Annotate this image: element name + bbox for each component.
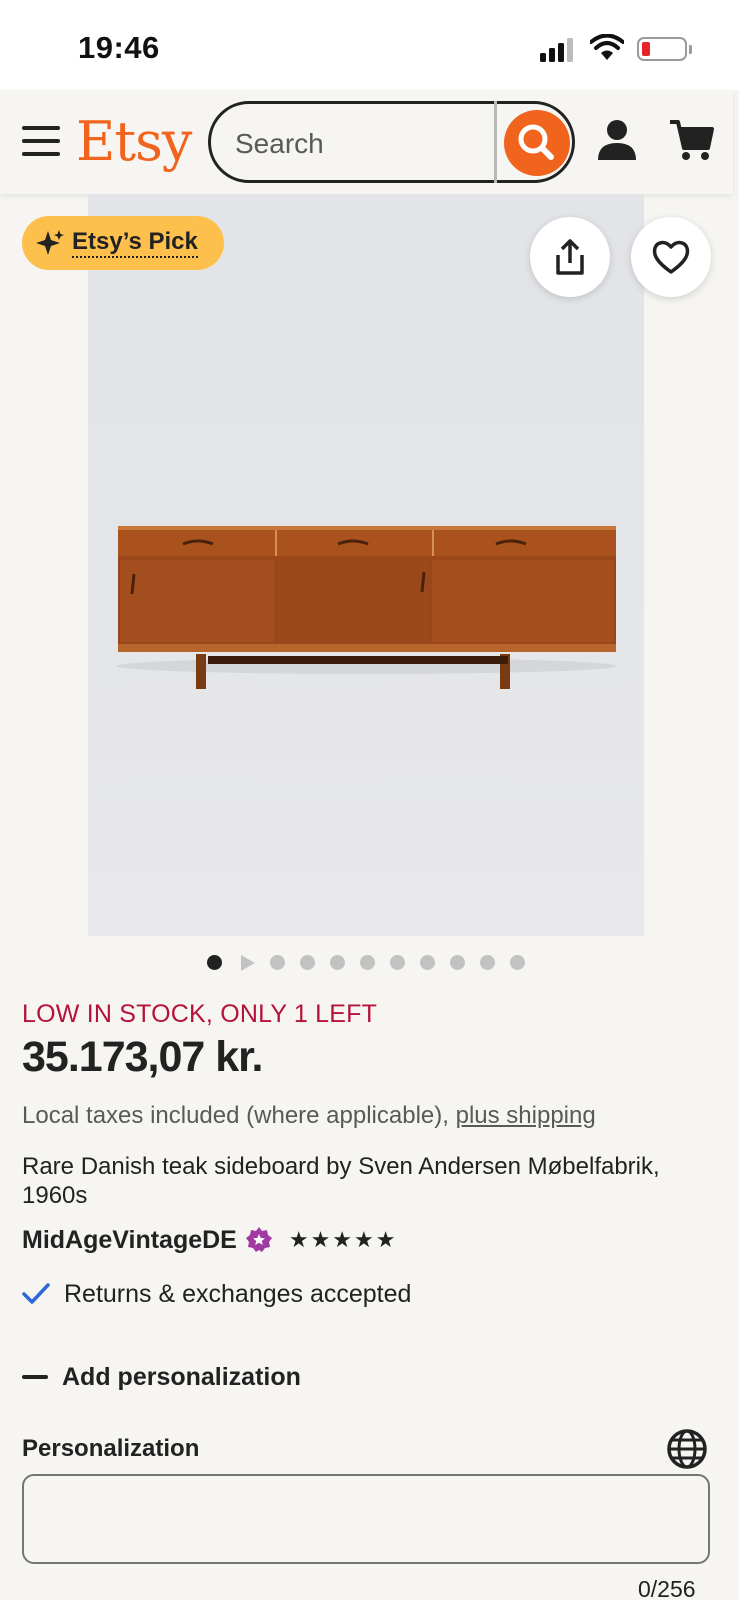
returns-text: Returns & exchanges accepted <box>64 1279 412 1308</box>
etsy-logo[interactable]: Etsy <box>76 110 192 173</box>
taxes-note: Local taxes included (where applicable),… <box>22 1102 596 1130</box>
favorite-button[interactable] <box>631 217 711 297</box>
wifi-icon <box>590 34 624 60</box>
carousel-dot-active[interactable] <box>207 955 222 970</box>
share-icon <box>556 239 584 275</box>
plus-shipping-link[interactable]: plus shipping <box>456 1102 596 1129</box>
status-time: 19:46 <box>78 30 160 65</box>
shop-row: MidAgeVintageDE ★★★★★ <box>22 1224 397 1256</box>
product-title: Rare Danish teak sideboard by Sven Ander… <box>22 1153 660 1209</box>
carousel-dot[interactable] <box>420 955 435 970</box>
search-input[interactable] <box>235 128 475 160</box>
cellular-signal-icon <box>540 36 578 62</box>
search-divider <box>494 101 497 183</box>
search-icon <box>518 124 554 160</box>
checkmark-icon <box>22 1283 50 1304</box>
search-button[interactable] <box>504 110 570 176</box>
cart-icon[interactable] <box>668 118 714 162</box>
video-play-icon[interactable] <box>240 954 256 972</box>
carousel-dot[interactable] <box>330 955 345 970</box>
character-counter: 0/256 <box>638 1576 696 1600</box>
carousel-dot[interactable] <box>270 955 285 970</box>
sideboard-photo <box>116 526 616 689</box>
search-bar <box>208 101 575 183</box>
carousel-dot[interactable] <box>360 955 375 970</box>
battery-icon <box>637 37 687 61</box>
star-seller-badge-icon[interactable] <box>245 1226 273 1254</box>
add-personalization-toggle[interactable]: Add personalization <box>22 1360 301 1394</box>
etsys-pick-label: Etsy’s Pick <box>72 228 198 258</box>
carousel-dot[interactable] <box>450 955 465 970</box>
carousel-dot[interactable] <box>510 955 525 970</box>
rating-stars[interactable]: ★★★★★ <box>289 1227 398 1253</box>
globe-icon[interactable] <box>666 1428 708 1470</box>
heart-icon <box>652 240 690 274</box>
add-personalization-label: Add personalization <box>62 1362 301 1391</box>
site-header: Etsy <box>0 90 733 194</box>
carousel-dots <box>0 955 739 975</box>
returns-row: Returns & exchanges accepted <box>22 1278 411 1310</box>
carousel-dot[interactable] <box>390 955 405 970</box>
etsys-pick-badge[interactable]: Etsy’s Pick <box>22 216 224 270</box>
menu-icon[interactable] <box>22 126 60 156</box>
status-bar: 19:46 <box>0 0 739 90</box>
battery-tip <box>689 45 692 54</box>
share-button[interactable] <box>530 217 610 297</box>
sparkle-icon <box>36 230 64 255</box>
product-image[interactable] <box>88 194 644 936</box>
carousel-dot[interactable] <box>300 955 315 970</box>
taxes-text: Local taxes included (where applicable), <box>22 1102 456 1129</box>
price: 35.173,07 kr. <box>22 1033 263 1081</box>
collapse-icon <box>22 1375 48 1379</box>
carousel-dot[interactable] <box>480 955 495 970</box>
account-icon[interactable] <box>596 118 638 162</box>
personalization-textarea[interactable] <box>22 1474 710 1564</box>
stock-notice: LOW IN STOCK, ONLY 1 LEFT <box>22 1000 378 1028</box>
personalization-label: Personalization <box>22 1435 200 1462</box>
shop-name-link[interactable]: MidAgeVintageDE <box>22 1226 237 1255</box>
